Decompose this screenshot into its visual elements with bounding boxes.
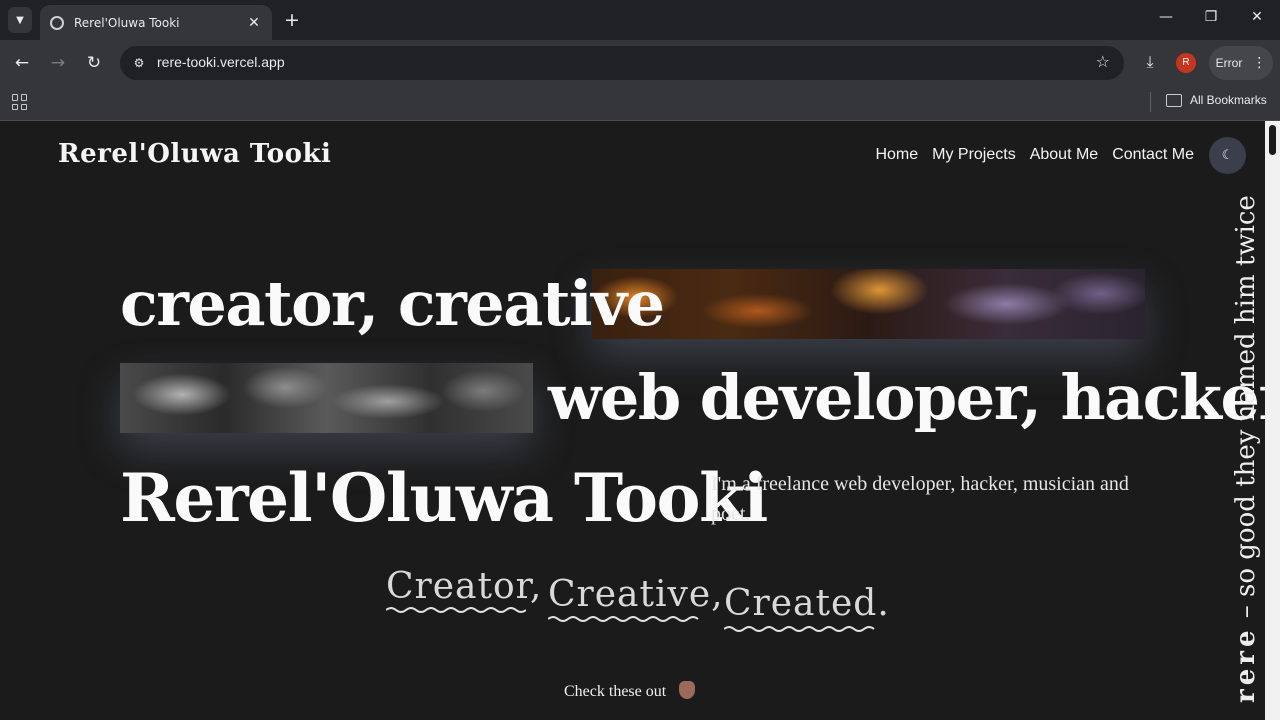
kebab-menu-icon: ⋮ [1252, 55, 1267, 71]
vertical-motto-bold: rere [1231, 626, 1261, 703]
forward-button[interactable]: → [47, 52, 69, 74]
chevron-down-icon: ▼ [16, 14, 24, 26]
grey-smoke-image [120, 363, 533, 433]
window-close-button[interactable]: ✕ [1247, 9, 1267, 25]
tagline-creator: Creator, [386, 566, 543, 607]
bookmarks-bar: All Bookmarks [0, 86, 1280, 121]
all-bookmarks-link[interactable]: All Bookmarks [1190, 93, 1267, 107]
nav-home[interactable]: Home [875, 146, 918, 164]
browser-toolbar: ← → ↻ ⚙ rere-tooki.vercel.app ☆ ⤓ R Erro… [0, 40, 1280, 86]
minimize-button[interactable]: — [1156, 9, 1176, 25]
hero-line-1: creator, creative [120, 267, 665, 340]
page-scrollbar[interactable] [1265, 121, 1280, 720]
error-label: Error [1215, 56, 1243, 70]
download-icon[interactable]: ⤓ [1140, 52, 1160, 72]
squiggle-underline-2 [548, 616, 699, 622]
site-info-icon[interactable]: ⚙ [130, 54, 148, 72]
url-text[interactable]: rere-tooki.vercel.app [157, 54, 285, 70]
squiggle-underline-1 [386, 607, 526, 613]
error-menu-button[interactable]: Error ⋮ [1209, 46, 1273, 80]
theme-toggle-button[interactable]: ☾ [1209, 137, 1246, 174]
nav-contact-me[interactable]: Contact Me [1112, 146, 1194, 164]
scrollbar-thumb[interactable] [1269, 125, 1276, 155]
hero-name: Rerel'Oluwa Tooki [120, 459, 768, 537]
intro-text: I'm a freelance web developer, hacker, m… [711, 473, 1129, 525]
main-nav: Home My Projects About Me Contact Me [875, 146, 1194, 164]
profile-avatar[interactable]: R [1176, 53, 1196, 73]
color-smoke-image [592, 269, 1145, 339]
nav-about-me[interactable]: About Me [1030, 146, 1098, 164]
back-button[interactable]: ← [11, 52, 33, 74]
vertical-motto-rest: – so good they named him twice [1231, 195, 1261, 627]
tagline-created: Created. [724, 583, 890, 624]
tagline-creative: Creative, [548, 574, 724, 615]
vertical-motto: rere – so good they named him twice [1231, 171, 1265, 711]
tab-strip: ▼ Rerel'Oluwa Tooki ✕ + — ❐ ✕ [0, 0, 1280, 40]
page-viewport: Rerel'Oluwa Tooki Home My Projects About… [0, 121, 1280, 720]
hero-line-2: web developer, hacker [548, 361, 1280, 434]
check-these-out-text: Check these out [564, 683, 667, 700]
new-tab-button[interactable]: + [282, 9, 302, 31]
nav-my-projects[interactable]: My Projects [932, 146, 1016, 164]
moon-icon: ☾ [1221, 148, 1234, 163]
bookmarks-divider [1150, 92, 1151, 112]
favicon-icon [50, 15, 64, 30]
close-icon[interactable]: ✕ [246, 15, 262, 31]
bookmark-star-icon[interactable]: ☆ [1096, 52, 1110, 71]
tab-title: Rerel'Oluwa Tooki [74, 15, 180, 30]
apps-grid-icon[interactable] [12, 94, 28, 110]
site-logo[interactable]: Rerel'Oluwa Tooki [58, 139, 331, 169]
tab-search-button[interactable]: ▼ [8, 7, 32, 33]
pointing-down-icon [679, 681, 695, 699]
address-bar[interactable]: ⚙ rere-tooki.vercel.app ☆ [120, 46, 1124, 80]
folder-icon[interactable] [1166, 94, 1182, 107]
squiggle-underline-3 [724, 626, 875, 632]
restore-button[interactable]: ❐ [1201, 9, 1221, 25]
browser-tab[interactable]: Rerel'Oluwa Tooki ✕ [40, 5, 272, 40]
reload-button[interactable]: ↻ [83, 52, 105, 74]
